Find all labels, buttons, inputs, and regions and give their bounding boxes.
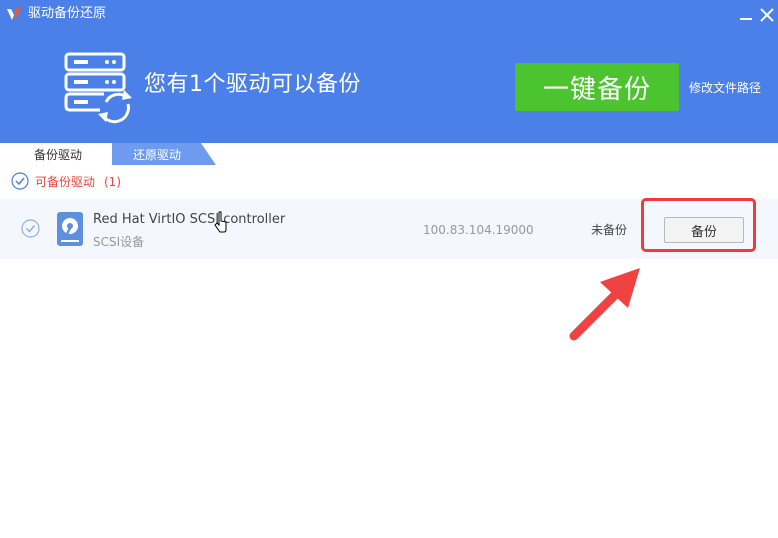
hard-disk-icon <box>57 212 83 246</box>
tab-backup-drivers[interactable]: 备份驱动 <box>0 143 112 165</box>
tab-backup-drivers-label: 备份驱动 <box>34 148 83 162</box>
header-banner: 驱动备份还原 您有1个驱动可以备份 一键备份 修改文件路径 <box>0 0 778 143</box>
server-refresh-icon <box>64 52 132 124</box>
close-icon[interactable] <box>758 6 776 24</box>
driver-type: SCSI设备 <box>93 235 145 249</box>
annotation-arrow-icon <box>569 268 640 341</box>
driver-name: Red Hat VirtIO SCSI controller <box>93 212 286 227</box>
tab-restore-drivers-label: 还原驱动 <box>133 148 182 162</box>
minimize-icon[interactable] <box>738 8 754 24</box>
tab-restore-drivers[interactable]: 还原驱动 <box>100 143 216 165</box>
section-count: (1) <box>104 175 121 189</box>
driver-checkbox[interactable] <box>21 219 40 238</box>
mouse-cursor-icon <box>214 211 227 233</box>
driver-version: 100.83.104.19000 <box>423 223 534 237</box>
section-label: 可备份驱动 <box>35 175 96 189</box>
banner-headline: 您有1个驱动可以备份 <box>144 72 361 97</box>
app-logo-icon <box>7 8 21 20</box>
one-click-backup-button[interactable]: 一键备份 <box>515 63 679 111</box>
app-title: 驱动备份还原 <box>28 6 107 21</box>
change-file-path-link[interactable]: 修改文件路径 <box>689 80 761 96</box>
driver-status: 未备份 <box>591 223 628 237</box>
driver-backup-button[interactable]: 备份 <box>664 217 744 243</box>
select-all-checkbox[interactable] <box>11 172 29 190</box>
